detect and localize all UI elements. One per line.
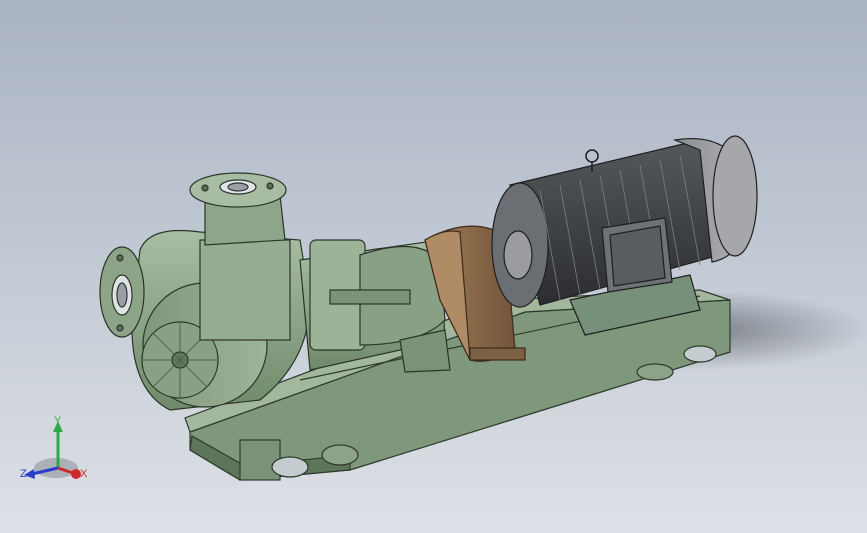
bearing-bracket[interactable] — [299, 239, 451, 373]
3d-viewport[interactable]: Y Z X — [0, 0, 867, 533]
triad-z-label: Z — [20, 468, 27, 480]
inlet-flange[interactable] — [99, 246, 145, 338]
triad-y-label: Y — [54, 415, 62, 427]
orientation-triad[interactable]: Y Z X — [14, 412, 94, 488]
terminal-box[interactable] — [601, 217, 673, 293]
triad-x-label: X — [80, 468, 88, 480]
outlet-flange[interactable] — [189, 172, 287, 246]
pump-assembly-model[interactable] — [0, 0, 867, 533]
